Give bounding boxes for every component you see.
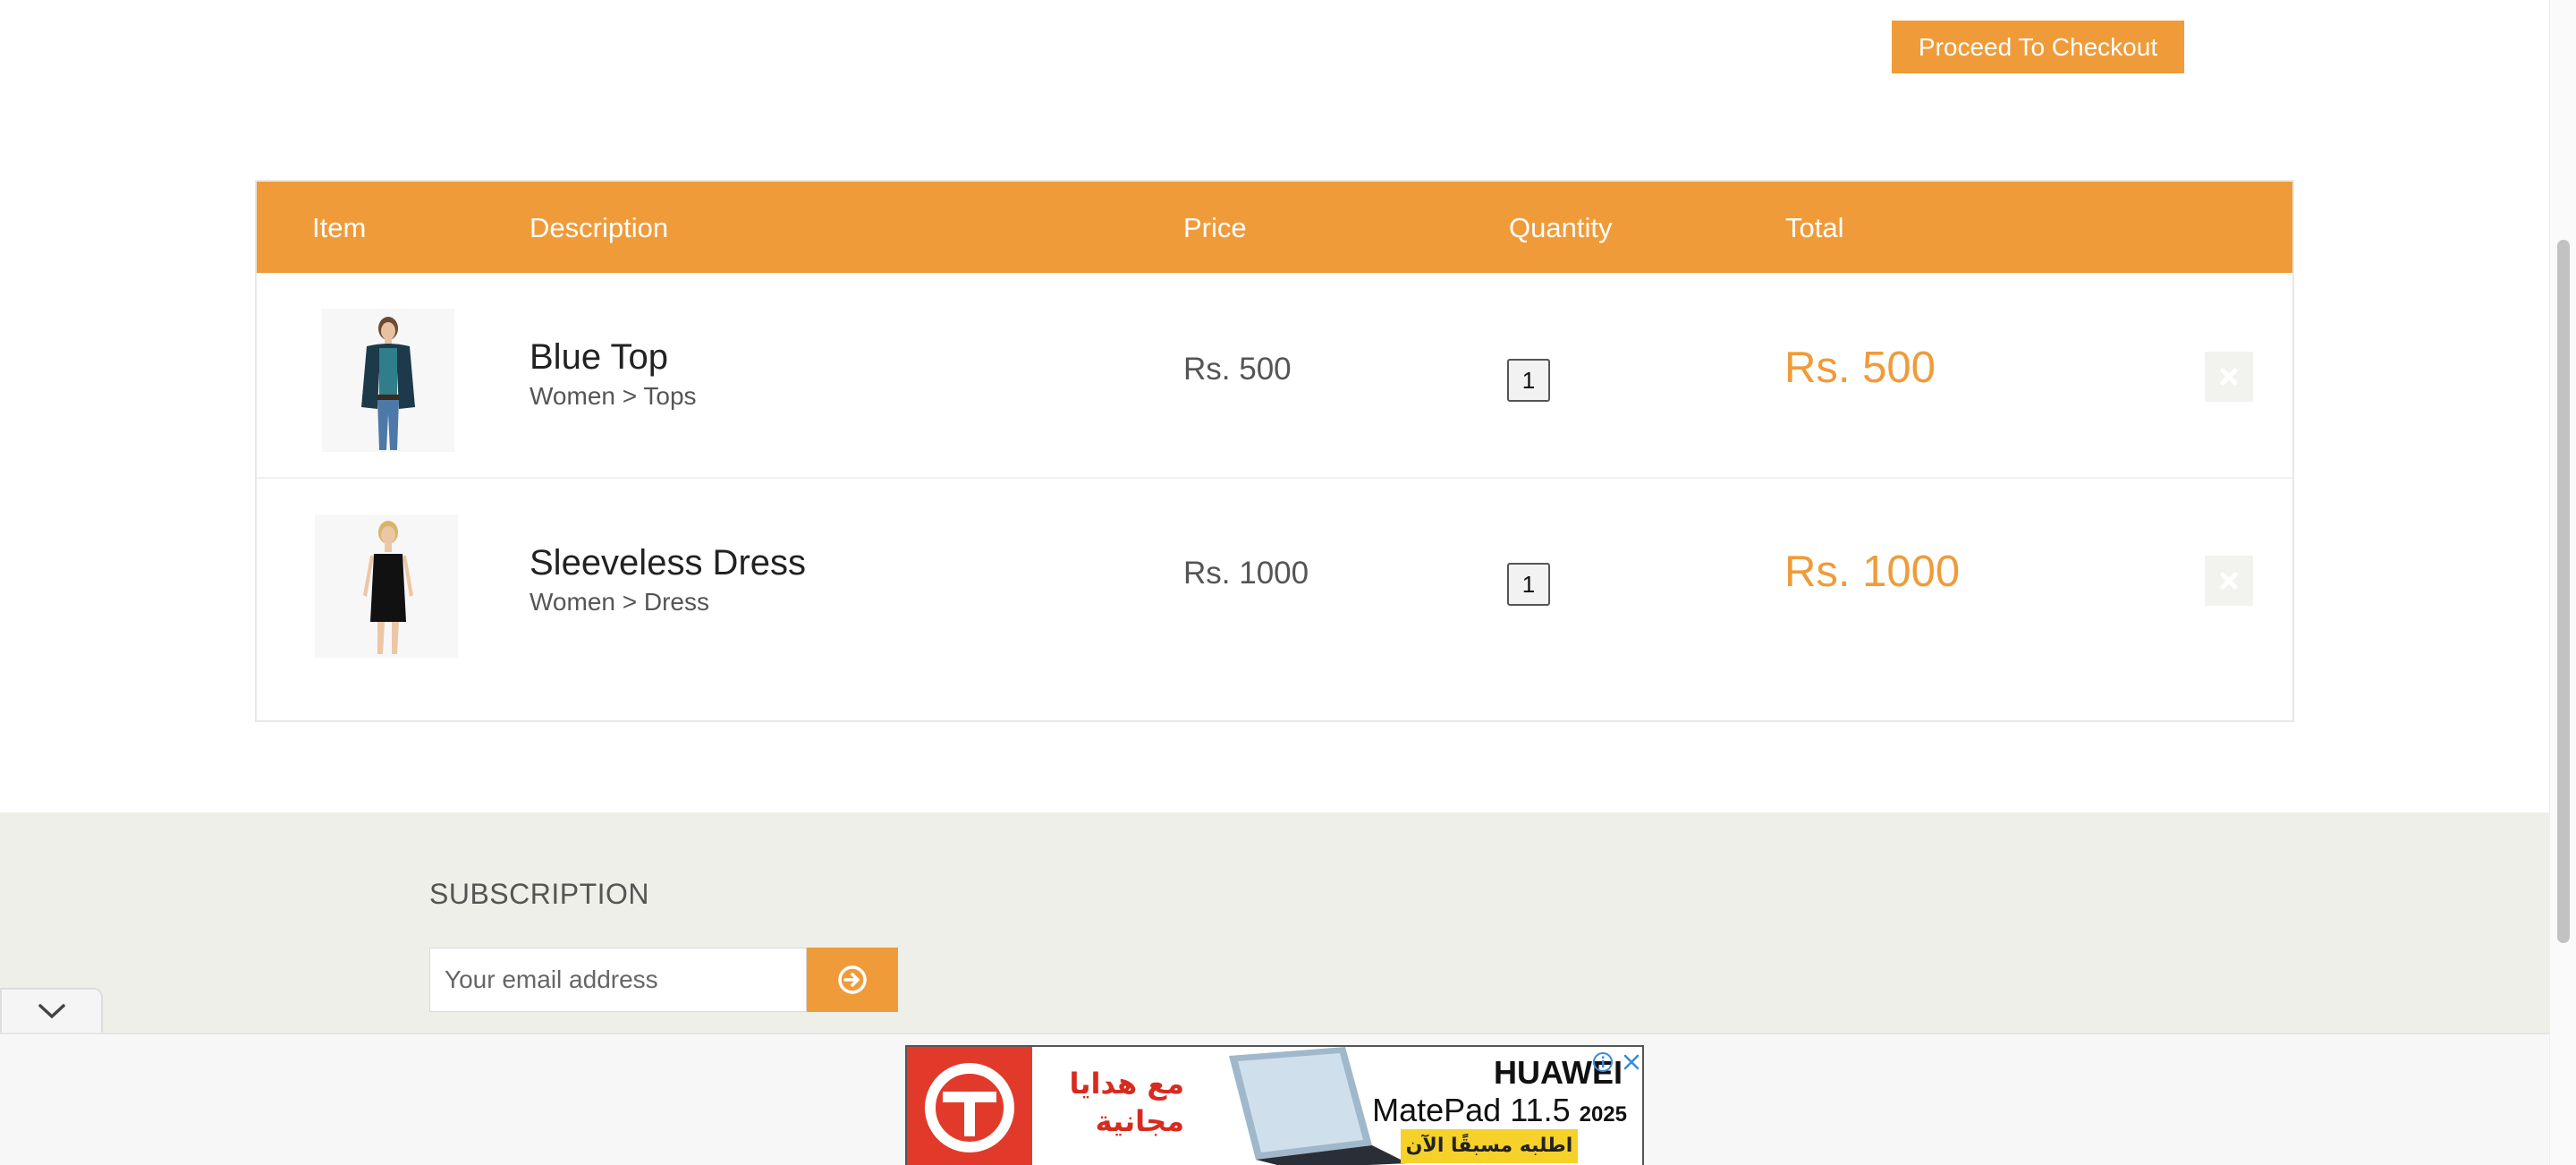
ad-model-year: 2025 xyxy=(1579,1102,1627,1127)
cart-table-header: Item Description Price Quantity Total xyxy=(257,182,2292,273)
product-total: Rs. 1000 xyxy=(1784,548,1961,596)
cart-row: Sleeveless Dress Women > Dress Rs. 1000 … xyxy=(257,480,2292,686)
quantity-box: 1 xyxy=(1507,359,1550,402)
huawei-logo-icon xyxy=(907,1047,1032,1165)
close-icon xyxy=(2220,368,2238,386)
product-image-blue-top[interactable] xyxy=(322,309,454,452)
arrow-circle-right-icon xyxy=(838,965,867,994)
subscription-email-input[interactable] xyxy=(429,948,807,1012)
close-icon[interactable] xyxy=(1620,1050,1643,1074)
footer: SUBSCRIPTION xyxy=(0,812,2549,1033)
ad-model: MatePad 11.5 2025 xyxy=(1359,1092,1627,1129)
chevron-down-icon xyxy=(38,1004,65,1019)
product-price: Rs. 500 xyxy=(1183,352,1292,387)
product-image-sleeveless-dress[interactable] xyxy=(315,514,458,658)
column-header-price: Price xyxy=(1183,212,1247,243)
ad-banner[interactable]: مع هدايا مجانية HUAWEI MatePad 11.5 2025… xyxy=(905,1045,1644,1165)
proceed-to-checkout-button[interactable]: Proceed To Checkout xyxy=(1892,21,2184,73)
delete-item-button[interactable] xyxy=(2205,352,2253,402)
product-total: Rs. 500 xyxy=(1784,344,1936,392)
product-name[interactable]: Sleeveless Dress xyxy=(530,543,806,583)
info-icon[interactable] xyxy=(1591,1050,1614,1074)
product-category: Women > Dress xyxy=(530,588,709,616)
ad-bar: مع هدايا مجانية HUAWEI MatePad 11.5 2025… xyxy=(0,1033,2549,1165)
cart-row: Blue Top Women > Tops Rs. 500 1 Rs. 500 xyxy=(257,273,2292,479)
product-price: Rs. 1000 xyxy=(1183,556,1309,591)
column-header-total: Total xyxy=(1785,212,1844,243)
delete-item-button[interactable] xyxy=(2205,556,2253,606)
scrollbar-thumb[interactable] xyxy=(2557,240,2570,943)
quantity-box: 1 xyxy=(1507,563,1550,606)
subscription-title: SUBSCRIPTION xyxy=(429,878,650,910)
product-name[interactable]: Blue Top xyxy=(530,337,668,378)
column-header-description: Description xyxy=(530,212,669,243)
cart-table: Item Description Price Quantity Total Bl… xyxy=(255,180,2294,722)
subscribe-button[interactable] xyxy=(807,948,898,1012)
product-category: Women > Tops xyxy=(530,382,697,410)
ad-cta-button[interactable]: اطلبه مسبقًا الآن xyxy=(1401,1129,1578,1163)
ad-collapse-tab[interactable] xyxy=(0,988,103,1033)
close-icon xyxy=(2220,572,2238,590)
column-header-item: Item xyxy=(312,212,367,243)
ad-model-name: MatePad 11.5 xyxy=(1372,1092,1571,1128)
column-header-quantity: Quantity xyxy=(1509,212,1613,243)
scrollbar[interactable] xyxy=(2549,0,2576,1165)
ad-arabic-text: مع هدايا مجانية xyxy=(1069,1067,1184,1138)
